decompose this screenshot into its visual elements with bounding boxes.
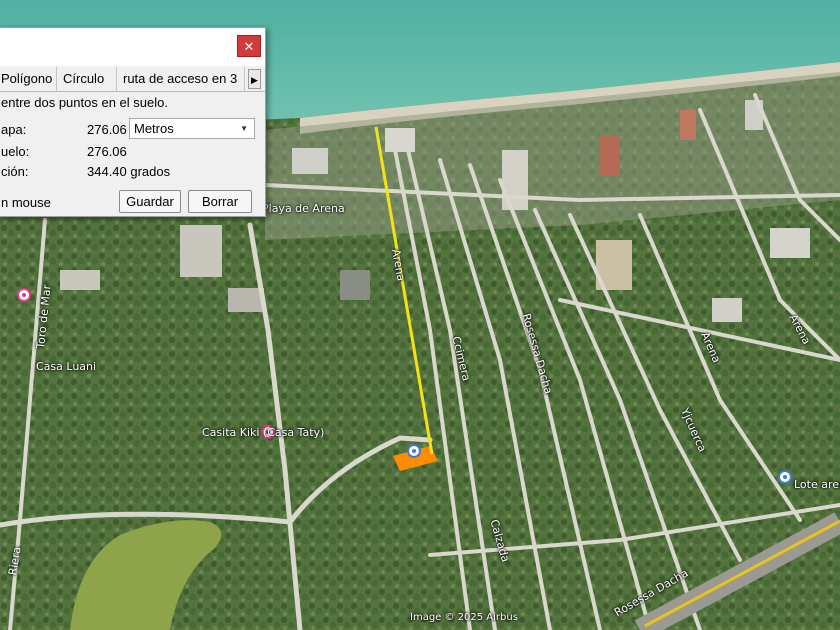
building [60, 270, 100, 290]
unit-select[interactable]: Metros ▼ [129, 118, 255, 139]
place-label: Lote arena [794, 478, 840, 491]
tab-circle[interactable]: Círculo [57, 67, 117, 91]
tab-3d-path[interactable]: ruta de acceso en 3 [117, 67, 245, 91]
clear-button[interactable]: Borrar [188, 190, 252, 213]
close-icon: ✕ [243, 39, 255, 54]
building [292, 148, 328, 174]
ground-length-label: uelo: [1, 144, 30, 159]
building [340, 270, 370, 300]
building [385, 128, 415, 152]
tab-scroll-right-button[interactable]: ▶ [248, 69, 261, 89]
arrow-right-icon: ▶ [251, 75, 258, 85]
measure-tabs: Polígono Círculo ruta de acceso en 3 ▶ [0, 67, 265, 92]
heading-value: 344.40 grados [87, 164, 171, 179]
building [502, 150, 528, 210]
save-button[interactable]: Guardar [119, 190, 181, 213]
place-label: Casita Kiki (Casa Taty) [202, 426, 325, 439]
map-length-value: 276.06 [87, 122, 127, 137]
heading-label: ción: [1, 164, 29, 179]
place-marker-icon[interactable] [17, 288, 31, 302]
dialog-titlebar: ✕ [0, 28, 265, 66]
map-attribution: Image © 2025 Airbus [410, 612, 518, 623]
place-label: Playa de Arena [262, 202, 345, 215]
building [770, 228, 810, 258]
chevron-down-icon: ▼ [240, 124, 248, 133]
place-marker-icon[interactable] [778, 470, 792, 484]
unit-select-value: Metros [134, 121, 174, 136]
building [712, 298, 742, 322]
building [228, 288, 264, 312]
measure-endpoint-icon[interactable] [407, 444, 421, 458]
ruler-dialog: ✕ Polígono Círculo ruta de acceso en 3 ▶… [0, 27, 266, 217]
close-button[interactable]: ✕ [237, 35, 261, 57]
ground-length-value: 276.06 [87, 144, 127, 159]
mouse-navigation-option[interactable]: n mouse [1, 195, 51, 210]
building [600, 135, 620, 175]
building [680, 110, 696, 140]
place-label: Casa Luani [36, 360, 97, 373]
description-text: entre dos puntos en el suelo. [1, 95, 168, 110]
building [180, 225, 222, 277]
map-length-label: apa: [1, 122, 27, 137]
tab-polygon[interactable]: Polígono [0, 67, 57, 91]
